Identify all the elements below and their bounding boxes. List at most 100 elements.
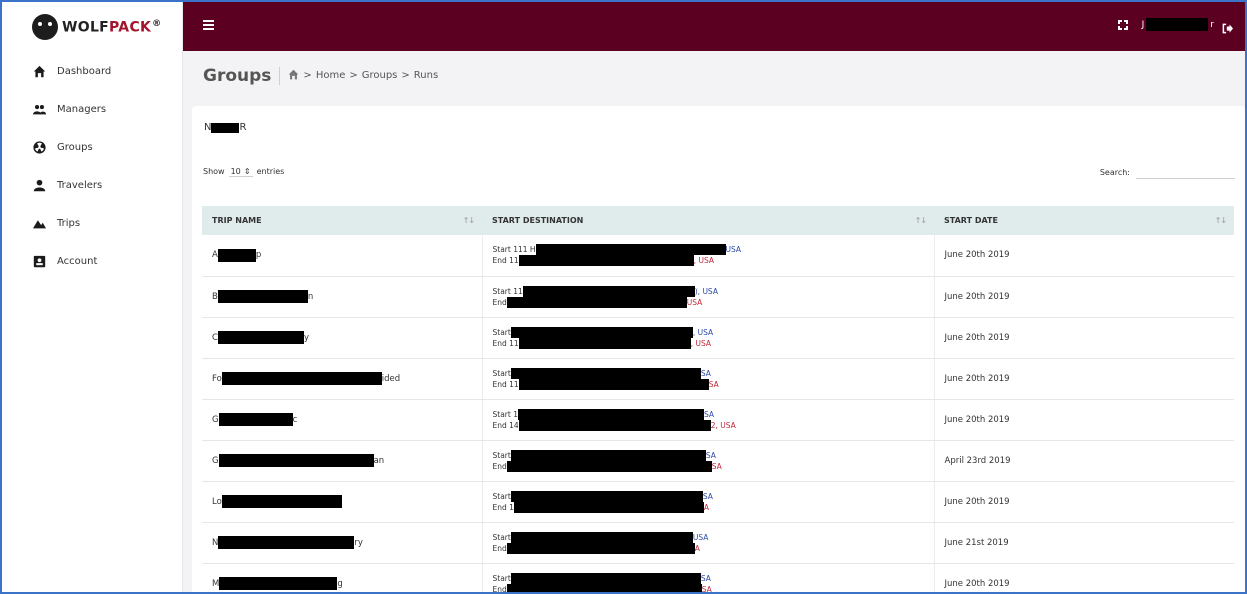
- redacted-block: [219, 577, 338, 590]
- start-address[interactable]: Start SA: [493, 490, 924, 502]
- redacted-block: [510, 531, 693, 543]
- end-address[interactable]: End 11, USA: [493, 255, 924, 267]
- end-address[interactable]: End A: [493, 542, 924, 554]
- end-address[interactable]: End USA: [493, 296, 924, 308]
- redacted-block: [510, 572, 701, 584]
- menu-toggle-icon[interactable]: [203, 20, 214, 30]
- redacted-block: [506, 583, 702, 592]
- sidebar-item-label: Managers: [57, 103, 107, 115]
- sidebar-item-label: Account: [57, 255, 98, 267]
- breadcrumb-separator: >: [349, 70, 358, 81]
- end-address[interactable]: End 14 2, USA: [493, 419, 924, 431]
- trip-name-cell[interactable]: Bn: [202, 276, 482, 318]
- user-menu[interactable]: J r: [1136, 18, 1214, 31]
- brand-logo[interactable]: WOLFPACK®: [2, 2, 182, 52]
- app-window: WOLFPACK® Dashboard Managers Groups Trav…: [0, 0, 1247, 594]
- trip-name-cell[interactable]: Gan: [202, 440, 482, 482]
- start-destination-cell: Start SA End SA: [481, 440, 934, 482]
- sort-updown-icon: ⇕: [243, 166, 251, 176]
- start-address[interactable]: Start 11), USA: [493, 285, 924, 297]
- sidebar-nav: Dashboard Managers Groups Travelers Trip…: [2, 52, 182, 280]
- redacted-block: [517, 408, 704, 420]
- sidebar-item-travelers[interactable]: Travelers: [2, 166, 182, 204]
- end-address[interactable]: End 11 SA: [493, 378, 924, 390]
- redacted-block: [513, 501, 704, 513]
- start-date-cell: June 20th 2019: [933, 358, 1234, 400]
- sort-icon[interactable]: ↑↓: [463, 216, 475, 225]
- redacted-block: [217, 290, 308, 303]
- home-icon[interactable]: [288, 69, 299, 83]
- start-destination-cell: Start 111 H USA End 11, USA: [481, 235, 934, 277]
- user-icon: [32, 179, 46, 191]
- start-date-cell: April 23rd 2019: [933, 440, 1234, 482]
- end-address[interactable]: End 11, USA: [493, 337, 924, 349]
- sort-icon[interactable]: ↑↓: [915, 216, 927, 225]
- sidebar-item-label: Travelers: [57, 179, 103, 191]
- breadcrumb-groups[interactable]: Groups: [362, 70, 398, 81]
- sidebar-item-trips[interactable]: Trips: [2, 204, 182, 242]
- show-label: Show: [203, 167, 225, 176]
- sort-icon[interactable]: ↑↓: [1215, 216, 1227, 225]
- start-address[interactable]: Start USA: [493, 531, 924, 543]
- redacted-block: [535, 244, 726, 256]
- sidebar-item-label: Groups: [57, 141, 93, 153]
- breadcrumb-bar: Groups > Home > Groups > Runs: [183, 51, 1245, 100]
- table-row[interactable]: Cy Start, USA End 11, USA June 20th 2019: [202, 317, 1234, 359]
- search-control: Search:: [1100, 165, 1235, 179]
- column-header-start-date[interactable]: START DATE ↑↓: [934, 206, 1234, 235]
- entries-select[interactable]: 10 ⇕: [228, 166, 253, 177]
- start-destination-cell: Start 1 SA End 14 2, USA: [481, 399, 934, 441]
- redacted-block: [1146, 18, 1209, 31]
- table-row[interactable]: Gan Start SA End SA April 23rd 2019: [202, 440, 1234, 482]
- start-date-cell: June 20th 2019: [933, 399, 1234, 441]
- redacted-block: [217, 248, 256, 262]
- breadcrumb: > Home > Groups > Runs: [288, 69, 438, 83]
- table-row[interactable]: Lo Start SA End 1 A June 20th 2019: [202, 481, 1234, 523]
- start-date-cell: June 21st 2019: [933, 522, 1234, 564]
- start-destination-cell: Start SA End 1A: [481, 481, 934, 523]
- radiation-icon: [32, 140, 46, 154]
- trip-name-cell[interactable]: Lo: [202, 481, 482, 523]
- redacted-block: [518, 419, 711, 431]
- column-header-trip-name[interactable]: TRIP NAME ↑↓: [202, 206, 482, 235]
- end-address[interactable]: End SA: [493, 583, 924, 592]
- table-header-row: TRIP NAME ↑↓ START DESTINATION ↑↓ START DA…: [202, 206, 1234, 235]
- trip-name-cell[interactable]: Fo ided: [202, 358, 482, 400]
- start-address[interactable]: Start 111 H USA: [493, 244, 924, 256]
- trip-name-cell[interactable]: Ap: [202, 235, 482, 277]
- start-address[interactable]: Start SA: [493, 449, 924, 461]
- redacted-block: [510, 449, 706, 461]
- start-date-cell: June 20th 2019: [933, 481, 1234, 523]
- fullscreen-icon[interactable]: [1117, 19, 1128, 30]
- start-destination-cell: Start 11), USA End USA: [481, 276, 934, 318]
- trip-name-cell[interactable]: Cy: [202, 317, 482, 359]
- table-row[interactable]: Fo ided Start SA End 11 SA June 20th 2019: [202, 358, 1234, 400]
- sidebar-item-managers[interactable]: Managers: [2, 90, 182, 128]
- start-address[interactable]: Start, USA: [493, 326, 924, 338]
- sidebar-item-dashboard[interactable]: Dashboard: [2, 52, 182, 90]
- sidebar-item-account[interactable]: Account: [2, 242, 182, 280]
- table-row[interactable]: Ap Start 111 H USA End 11, USA June 20th 201…: [202, 235, 1234, 277]
- start-address[interactable]: Start SA: [493, 572, 924, 584]
- topbar-actions: J r: [1117, 18, 1233, 34]
- logout-icon[interactable]: [1222, 19, 1233, 34]
- start-address[interactable]: Start SA: [493, 367, 924, 379]
- table-row[interactable]: Mg Start SA End SA June 20th 2019: [202, 563, 1234, 592]
- start-date-cell: June 20th 2019: [933, 563, 1234, 592]
- search-input[interactable]: [1136, 165, 1235, 179]
- redacted-block: [510, 490, 703, 502]
- end-address[interactable]: End SA: [493, 460, 924, 472]
- column-header-start-destination[interactable]: START DESTINATION ↑↓: [482, 206, 934, 235]
- sidebar-item-groups[interactable]: Groups: [2, 128, 182, 166]
- start-date-cell: June 20th 2019: [933, 317, 1234, 359]
- id-card-icon: [32, 255, 46, 267]
- trip-name-cell[interactable]: Nry: [202, 522, 482, 564]
- start-address[interactable]: Start 1 SA: [493, 408, 924, 420]
- trip-name-cell[interactable]: Gc: [202, 399, 482, 441]
- table-row[interactable]: Gc Start 1 SA End 14 2, USA June 20th 2019: [202, 399, 1234, 441]
- table-row[interactable]: Bn Start 11), USA End USA June 20th 2019: [202, 276, 1234, 318]
- table-row[interactable]: Nry Start USA End A June 21st 2019: [202, 522, 1234, 564]
- trip-name-cell[interactable]: Mg: [202, 563, 482, 592]
- end-address[interactable]: End 1A: [493, 501, 924, 513]
- breadcrumb-home[interactable]: Home: [316, 70, 346, 81]
